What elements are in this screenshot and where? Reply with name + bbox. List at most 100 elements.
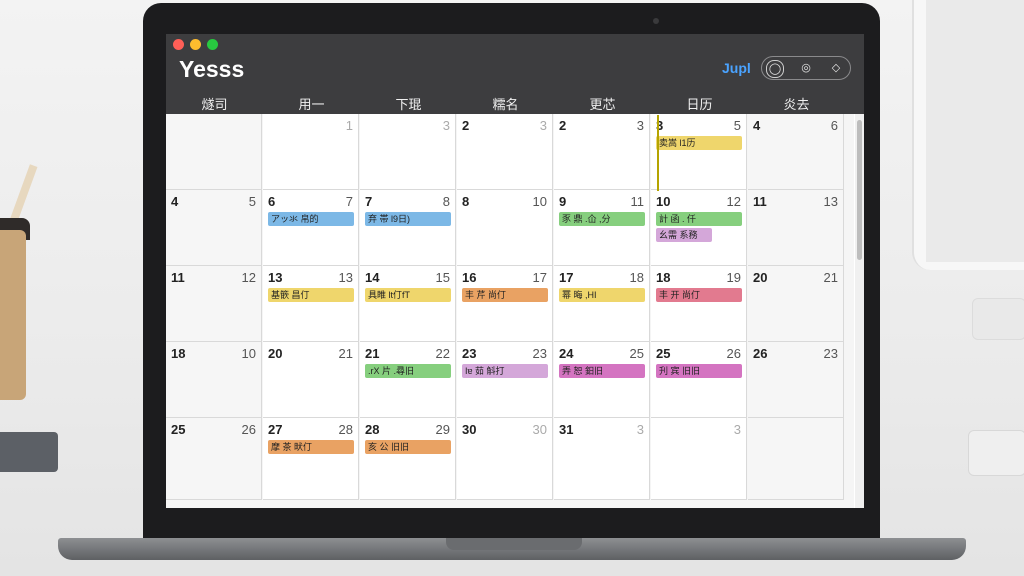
calendar-event[interactable]: 計 函 . 仟 <box>656 212 742 226</box>
day-number: 18 <box>171 346 186 361</box>
day-number: 2 <box>462 118 470 133</box>
day-number-secondary: 15 <box>435 270 450 285</box>
day-cell[interactable]: 18 19 丰 开 尚仃 <box>651 266 747 342</box>
day-number: 7 <box>365 194 373 209</box>
day-number-secondary: 13 <box>338 270 353 285</box>
day-number-secondary: 11 <box>630 194 645 209</box>
day-cell[interactable]: 11 12 <box>166 266 262 342</box>
day-cell[interactable]: 3 <box>651 418 747 500</box>
day-cell[interactable]: 23 <box>554 114 650 190</box>
day-cell[interactable]: 10 12 計 函 . 仟幺需 系務 <box>651 190 747 266</box>
day-cell[interactable]: 20 21 <box>748 266 844 342</box>
day-number-secondary: 17 <box>532 270 547 285</box>
weekday-label: 燧司 <box>201 97 228 112</box>
calendar-event[interactable]: 幂 晦 ,HI <box>559 288 645 302</box>
calendar-event[interactable]: .rX 片 .尋旧 <box>365 364 451 378</box>
calendar-event[interactable]: 卖嵩 l1历 <box>656 136 742 150</box>
day-cell[interactable]: 45 <box>166 190 262 266</box>
day-cell[interactable]: 23 <box>457 114 553 190</box>
zoom-button[interactable] <box>207 39 218 50</box>
background-keyboard-2 <box>968 430 1024 476</box>
day-number: 21 <box>365 346 380 361</box>
day-cell[interactable]: 25 26 刋 宾 旧旧 <box>651 342 747 418</box>
calendar-event[interactable]: 丰 开 尚仃 <box>656 288 742 302</box>
day-number: 4 <box>171 194 179 209</box>
day-number: 13 <box>268 270 283 285</box>
day-cell[interactable]: 16 17 丰 芹 尚仃 <box>457 266 553 342</box>
day-number-secondary: 23 <box>532 346 547 361</box>
day-cell[interactable]: 6 7 アッ氺 帛的 <box>263 190 359 266</box>
day-cell[interactable]: 18 10 <box>166 342 262 418</box>
day-cell[interactable]: 28 29 亥 公 旧旧 <box>360 418 456 500</box>
day-number: 28 <box>365 422 380 437</box>
day-cell[interactable]: 20 21 <box>263 342 359 418</box>
calendar-event[interactable]: 豕 鼎 .仚 ,分 <box>559 212 645 226</box>
weekday-label: 糯名 <box>492 97 519 112</box>
day-number-secondary: 29 <box>435 422 450 437</box>
day-cell[interactable]: 7 8 弃 帯 l9日) <box>360 190 456 266</box>
close-button[interactable] <box>173 39 184 50</box>
day-cell[interactable]: 31 3 <box>554 418 650 500</box>
day-number: 31 <box>559 422 574 437</box>
day-number-secondary: 28 <box>338 422 353 437</box>
day-number: 11 <box>753 194 767 209</box>
view-button-2[interactable]: ◎ <box>798 60 814 76</box>
calendar-event[interactable]: 弃 帯 l9日) <box>365 212 451 226</box>
day-cell[interactable]: 23 23 Iɐ 茹 斛打 <box>457 342 553 418</box>
minimize-button[interactable] <box>190 39 201 50</box>
day-number-secondary: 21 <box>823 270 838 285</box>
day-cell[interactable]: 27 28 摩 茶 畎仃 <box>263 418 359 500</box>
day-number-secondary: 25 <box>629 346 644 361</box>
day-cell[interactable]: 25 26 <box>166 418 262 500</box>
day-cell[interactable]: 3 <box>360 114 456 190</box>
calendar-event[interactable]: Iɐ 茹 斛打 <box>462 364 548 378</box>
day-number-secondary: 8 <box>442 194 450 209</box>
day-number: 16 <box>462 270 477 285</box>
day-cell[interactable]: 21 22 .rX 片 .尋旧 <box>360 342 456 418</box>
day-cell[interactable]: 8 10 <box>457 190 553 266</box>
day-cell[interactable]: 17 18 幂 晦 ,HI <box>554 266 650 342</box>
day-number: 20 <box>268 346 283 361</box>
calendar-event[interactable]: 基篏 昌仃 <box>268 288 354 302</box>
day-cell[interactable]: 30 30 <box>457 418 553 500</box>
day-number-secondary: 3 <box>442 118 450 133</box>
day-number-secondary: 21 <box>338 346 353 361</box>
calendar-event[interactable]: アッ氺 帛的 <box>268 212 354 226</box>
day-number: 8 <box>462 194 470 209</box>
calendar-event[interactable]: 弄 恕 鈤旧 <box>559 364 645 378</box>
nav-link[interactable]: Jupl <box>722 60 751 76</box>
day-cell[interactable] <box>166 114 262 190</box>
calendar-event[interactable]: 丰 芹 尚仃 <box>462 288 548 302</box>
calendar-event[interactable]: 刋 宾 旧旧 <box>656 364 742 378</box>
calendar-event[interactable]: 亥 公 旧旧 <box>365 440 451 454</box>
scrollbar-thumb[interactable] <box>857 120 862 260</box>
weekday-label: 用一 <box>298 97 325 112</box>
day-cell[interactable]: 46 <box>748 114 844 190</box>
day-number-secondary: 13 <box>823 194 838 209</box>
day-cell[interactable] <box>748 418 844 500</box>
day-cell[interactable]: 11 13 <box>748 190 844 266</box>
day-cell[interactable]: 13 13 基篏 昌仃 <box>263 266 359 342</box>
view-button-3[interactable]: ◇ <box>828 60 844 76</box>
view-button-1[interactable]: ◯ <box>766 60 784 78</box>
day-cell[interactable]: 1 <box>263 114 359 190</box>
background-monitor-screen <box>926 0 1024 262</box>
day-number-secondary: 3 <box>539 118 547 133</box>
weekday-label: 炎去 <box>783 97 810 112</box>
day-number: 27 <box>268 422 283 437</box>
day-number: 18 <box>656 270 671 285</box>
view-segmented-control: ◯ ◎ ◇ <box>761 56 851 80</box>
calendar-event[interactable]: 具睢 lt仃fT <box>365 288 451 302</box>
day-cell[interactable]: 14 15 具睢 lt仃fT <box>360 266 456 342</box>
day-cell[interactable]: 9 11 豕 鼎 .仚 ,分 <box>554 190 650 266</box>
day-number-secondary: 7 <box>345 194 353 209</box>
day-cell[interactable]: 24 25 弄 恕 鈤旧 <box>554 342 650 418</box>
day-cell[interactable]: 26 23 <box>748 342 844 418</box>
day-number: 26 <box>753 346 768 361</box>
day-cell[interactable]: 3 5 卖嵩 l1历 <box>651 114 747 190</box>
day-number: 30 <box>462 422 477 437</box>
day-number-secondary: 23 <box>823 346 838 361</box>
day-number-secondary: 18 <box>629 270 644 285</box>
calendar-event[interactable]: 幺需 系務 <box>656 228 712 242</box>
calendar-event[interactable]: 摩 茶 畎仃 <box>268 440 354 454</box>
